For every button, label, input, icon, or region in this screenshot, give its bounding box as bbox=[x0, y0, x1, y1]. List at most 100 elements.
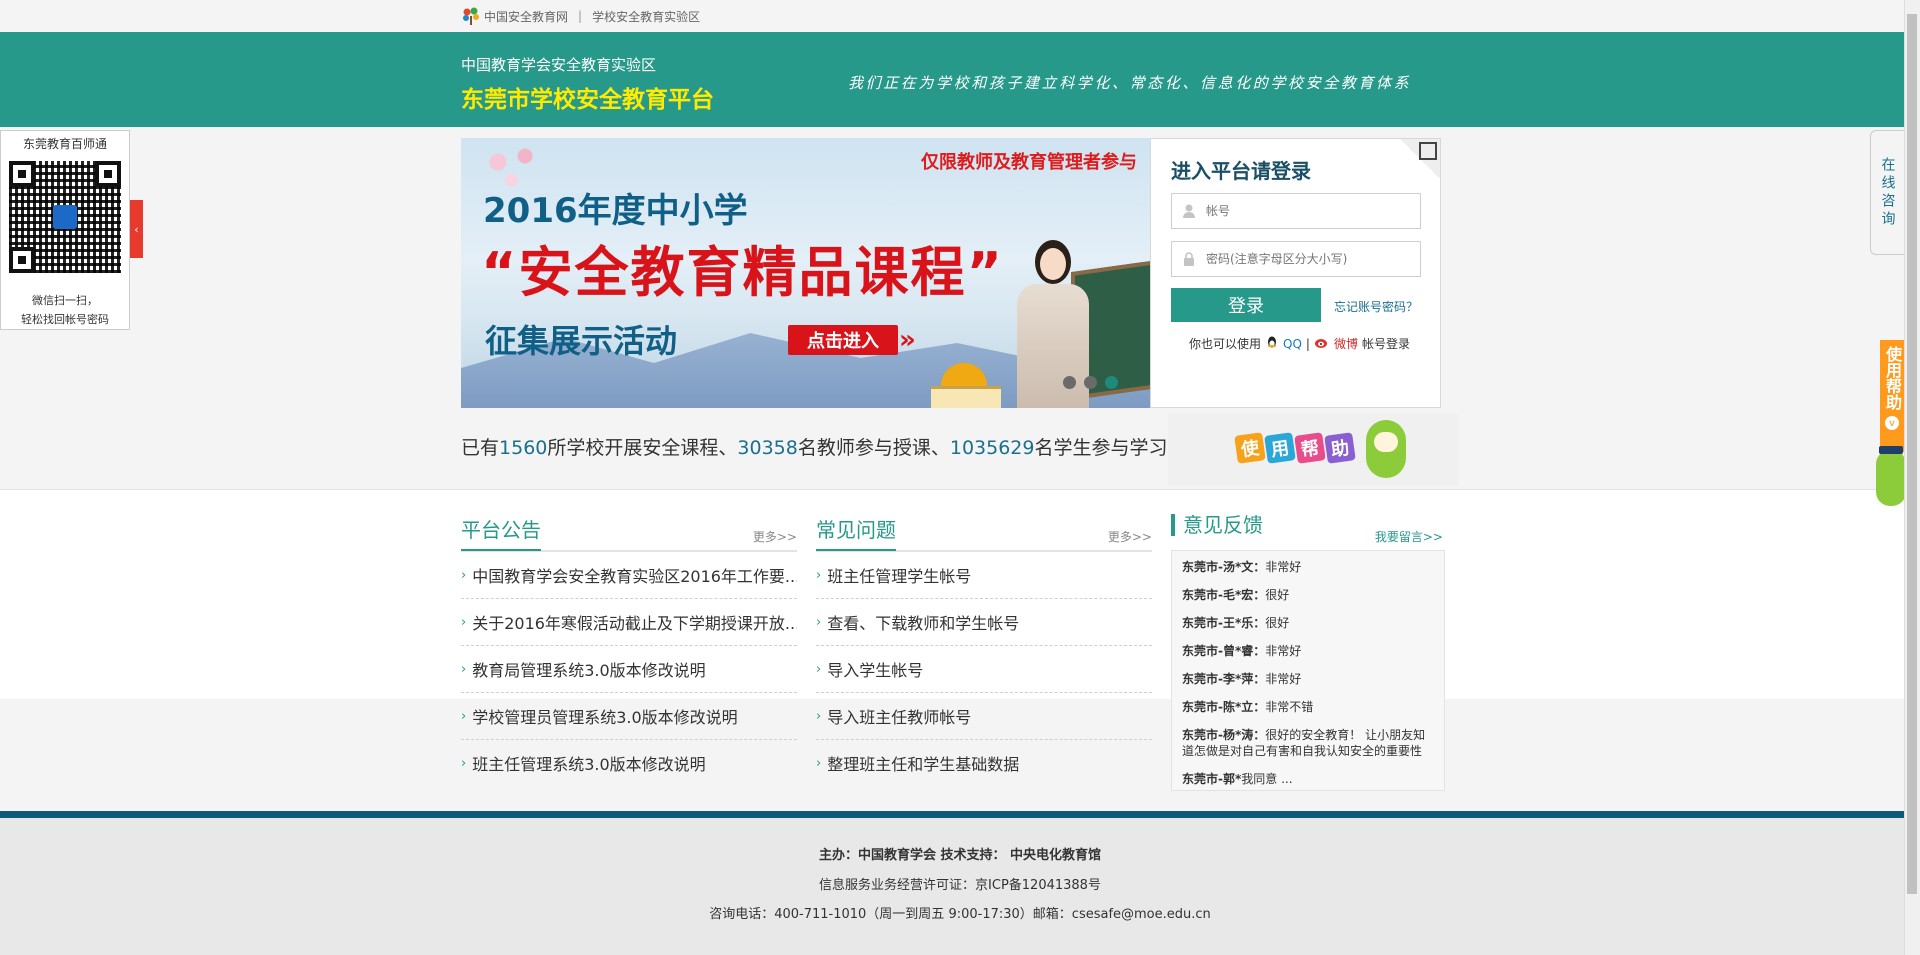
teacher-count: 30358 bbox=[737, 437, 798, 459]
help-side-label: 使用帮助 bbox=[1883, 346, 1902, 410]
top-bar: 中国安全教育网 | 学校安全教育实验区 bbox=[0, 0, 1920, 32]
login-panel: 进入平台请登录 登录 忘记账号密码？ 你也可以使用 QQ | 微博 bbox=[1150, 138, 1441, 408]
qq-login-link[interactable]: QQ bbox=[1283, 337, 1302, 351]
list-item[interactable]: › 整理班主任和学生基础数据 bbox=[816, 740, 1152, 786]
feedback-entry: 东莞市-陈*立：非常不错 bbox=[1182, 700, 1314, 714]
help-tile: 使 bbox=[1234, 432, 1266, 464]
arrow-right-icon: › bbox=[816, 708, 822, 724]
site-link[interactable]: 中国安全教育网 bbox=[484, 8, 568, 25]
mascot-image bbox=[1366, 420, 1406, 478]
banner-course-title: “安全教育精品课程” bbox=[481, 241, 1004, 304]
faq-more-link[interactable]: 更多>> bbox=[1108, 528, 1152, 545]
weibo-icon[interactable] bbox=[1314, 335, 1330, 352]
student-count: 1035629 bbox=[949, 437, 1035, 459]
qr-caption: 微信扫一扫， 轻松找回帐号密码 bbox=[21, 294, 109, 326]
announcements-heading: 平台公告 bbox=[461, 514, 541, 551]
list-item[interactable]: › 导入学生帐号 bbox=[816, 646, 1152, 693]
leave-message-link[interactable]: 我要留言>> bbox=[1375, 528, 1443, 545]
list-item[interactable]: › 班主任管理学生帐号 bbox=[816, 552, 1152, 599]
stats-text-2: 所学校开展安全课程、 bbox=[547, 437, 738, 459]
list-item[interactable]: › 中国教育学会安全教育实验区2016年工作要... bbox=[461, 552, 797, 599]
help-tile: 助 bbox=[1324, 432, 1356, 464]
arrow-right-icon: › bbox=[461, 614, 467, 630]
org-name: 中国教育学会安全教育实验区 bbox=[461, 56, 657, 74]
feedback-entry: 东莞市-汤*文：非常好 bbox=[1182, 560, 1302, 574]
third-party-login: 你也可以使用 QQ | 微博 帐号登录 bbox=[1189, 335, 1410, 352]
feedback-entry: 东莞市-王*乐：很好 bbox=[1182, 616, 1290, 630]
help-banner[interactable]: 使 用 帮 助 bbox=[1168, 414, 1458, 486]
zone-link[interactable]: 学校安全教育实验区 bbox=[592, 8, 700, 25]
enter-arrow-icon: » bbox=[899, 325, 916, 355]
banner-year: 2016年度中小学 bbox=[483, 191, 748, 231]
feedback-entry: 东莞市-李*萍：非常好 bbox=[1182, 672, 1302, 686]
tree-logo-icon bbox=[461, 6, 481, 26]
scrollbar-thumb[interactable] bbox=[1907, 14, 1917, 894]
weibo-login-link[interactable]: 微博 bbox=[1334, 335, 1358, 352]
carousel-dots bbox=[1063, 376, 1118, 389]
carousel-dot[interactable] bbox=[1063, 376, 1076, 389]
arrow-right-icon: › bbox=[816, 661, 822, 677]
stats-text-4: 名学生参与学习 bbox=[1034, 437, 1168, 459]
slogan: 我们正在为学校和孩子建立科学化、常态化、信息化的学校安全教育体系 bbox=[848, 74, 1412, 92]
help-side-tab[interactable]: 使用帮助 v bbox=[1880, 340, 1904, 452]
arrow-right-icon: › bbox=[461, 755, 467, 771]
qq-icon[interactable] bbox=[1265, 335, 1279, 352]
wechat-qr-panel: 东莞教育百师通 微信扫一扫， 轻松找回帐号密码 bbox=[0, 130, 130, 330]
footer-contact: 咨询电话：400-711-1010（周一到周五 9:00-17:30）邮箱：cs… bbox=[709, 907, 1211, 922]
announcements-column: 平台公告 更多>> › 中国教育学会安全教育实验区2016年工作要... › 关于2… bbox=[461, 490, 797, 786]
chevron-down-icon: v bbox=[1885, 416, 1899, 430]
carousel-dot[interactable] bbox=[1084, 376, 1097, 389]
qr-title: 东莞教育百师通 bbox=[22, 137, 107, 151]
help-mascot-image[interactable] bbox=[1876, 446, 1906, 506]
list-item[interactable]: › 导入班主任教师帐号 bbox=[816, 693, 1152, 740]
arrow-right-icon: › bbox=[816, 567, 822, 583]
list-item[interactable]: › 查看、下载教师和学生帐号 bbox=[816, 599, 1152, 646]
banner-restrict-note: 仅限教师及教育管理者参与 bbox=[921, 152, 1137, 173]
password-field[interactable] bbox=[1171, 241, 1421, 277]
lock-icon bbox=[1182, 251, 1196, 267]
header-band: 中国教育学会安全教育实验区 东莞市学校安全教育平台 我们正在为学校和孩子建立科学… bbox=[0, 32, 1920, 127]
announcements-list: › 中国教育学会安全教育实验区2016年工作要... › 关于2016年寒假活动截止… bbox=[461, 552, 797, 786]
faq-heading: 常见问题 bbox=[816, 514, 896, 551]
list-item[interactable]: › 班主任管理系统3.0版本修改说明 bbox=[461, 740, 797, 786]
list-item[interactable]: › 关于2016年寒假活动截止及下学期授课开放... bbox=[461, 599, 797, 646]
help-tile: 用 bbox=[1264, 432, 1296, 464]
list-item[interactable]: › 学校管理员管理系统3.0版本修改说明 bbox=[461, 693, 797, 740]
arrow-right-icon: › bbox=[461, 661, 467, 677]
feedback-entry: 东莞市-郭*我同意 ... bbox=[1182, 772, 1293, 786]
alt-login-suffix: 帐号登录 bbox=[1361, 337, 1410, 351]
feedback-entry: 东莞市-曾*睿：非常好 bbox=[1182, 644, 1302, 658]
password-input[interactable] bbox=[1204, 251, 1418, 267]
footer: 主办：中国教育学会 技术支持： 中央电化教育馆 信息服务业务经营许可证：京ICP… bbox=[0, 811, 1920, 955]
banner-enter-button[interactable]: 点击进入 bbox=[788, 325, 898, 355]
user-icon bbox=[1182, 203, 1196, 219]
login-button[interactable]: 登录 bbox=[1171, 288, 1321, 322]
carousel-dot-active[interactable] bbox=[1105, 376, 1118, 389]
topbar-divider: | bbox=[578, 9, 583, 23]
arrow-right-icon: › bbox=[816, 755, 822, 771]
forgot-password-link[interactable]: 忘记账号密码？ bbox=[1334, 298, 1418, 315]
promo-banner[interactable]: 仅限教师及教育管理者参与 2016年度中小学 “安全教育精品课程” 征集展示活动… bbox=[461, 138, 1150, 408]
banner-collect: 征集展示活动 bbox=[485, 322, 678, 360]
qr-code-image bbox=[9, 161, 121, 273]
platform-stats: 已有1560所学校开展安全课程、30358名教师参与授课、1035629名学生参… bbox=[461, 433, 1168, 460]
hero-section: 仅限教师及教育管理者参与 2016年度中小学 “安全教育精品课程” 征集展示活动… bbox=[0, 127, 1920, 490]
online-consult-tab[interactable]: 在线咨询 bbox=[1870, 130, 1904, 255]
feedback-heading: 意见反馈 bbox=[1171, 514, 1263, 536]
collapse-qr-tab[interactable]: ‹ bbox=[130, 200, 143, 258]
list-item[interactable]: › 教育局管理系统3.0版本修改说明 bbox=[461, 646, 797, 693]
footer-license: 信息服务业务经营许可证：京ICP备12041388号 bbox=[819, 878, 1101, 893]
content-section: 平台公告 更多>> › 中国教育学会安全教育实验区2016年工作要... › 关于2… bbox=[0, 490, 1920, 791]
feedback-box[interactable]: 东莞市-汤*文：非常好 东莞市-毛*宏：很好 东莞市-王*乐：很好 东莞市-曾*… bbox=[1171, 550, 1445, 791]
account-input[interactable] bbox=[1204, 203, 1418, 219]
page-scrollbar[interactable] bbox=[1904, 0, 1920, 955]
login-title: 进入平台请登录 bbox=[1171, 159, 1311, 183]
feedback-entry: 东莞市-毛*宏：很好 bbox=[1182, 588, 1290, 602]
books-image bbox=[931, 386, 1001, 408]
account-field[interactable] bbox=[1171, 193, 1421, 229]
stats-text-1: 已有 bbox=[461, 437, 500, 459]
alt-login-prefix: 你也可以使用 bbox=[1189, 337, 1262, 351]
announcements-more-link[interactable]: 更多>> bbox=[753, 528, 797, 545]
qr-login-toggle-icon[interactable] bbox=[1400, 139, 1440, 179]
platform-title: 东莞市学校安全教育平台 bbox=[461, 87, 714, 113]
